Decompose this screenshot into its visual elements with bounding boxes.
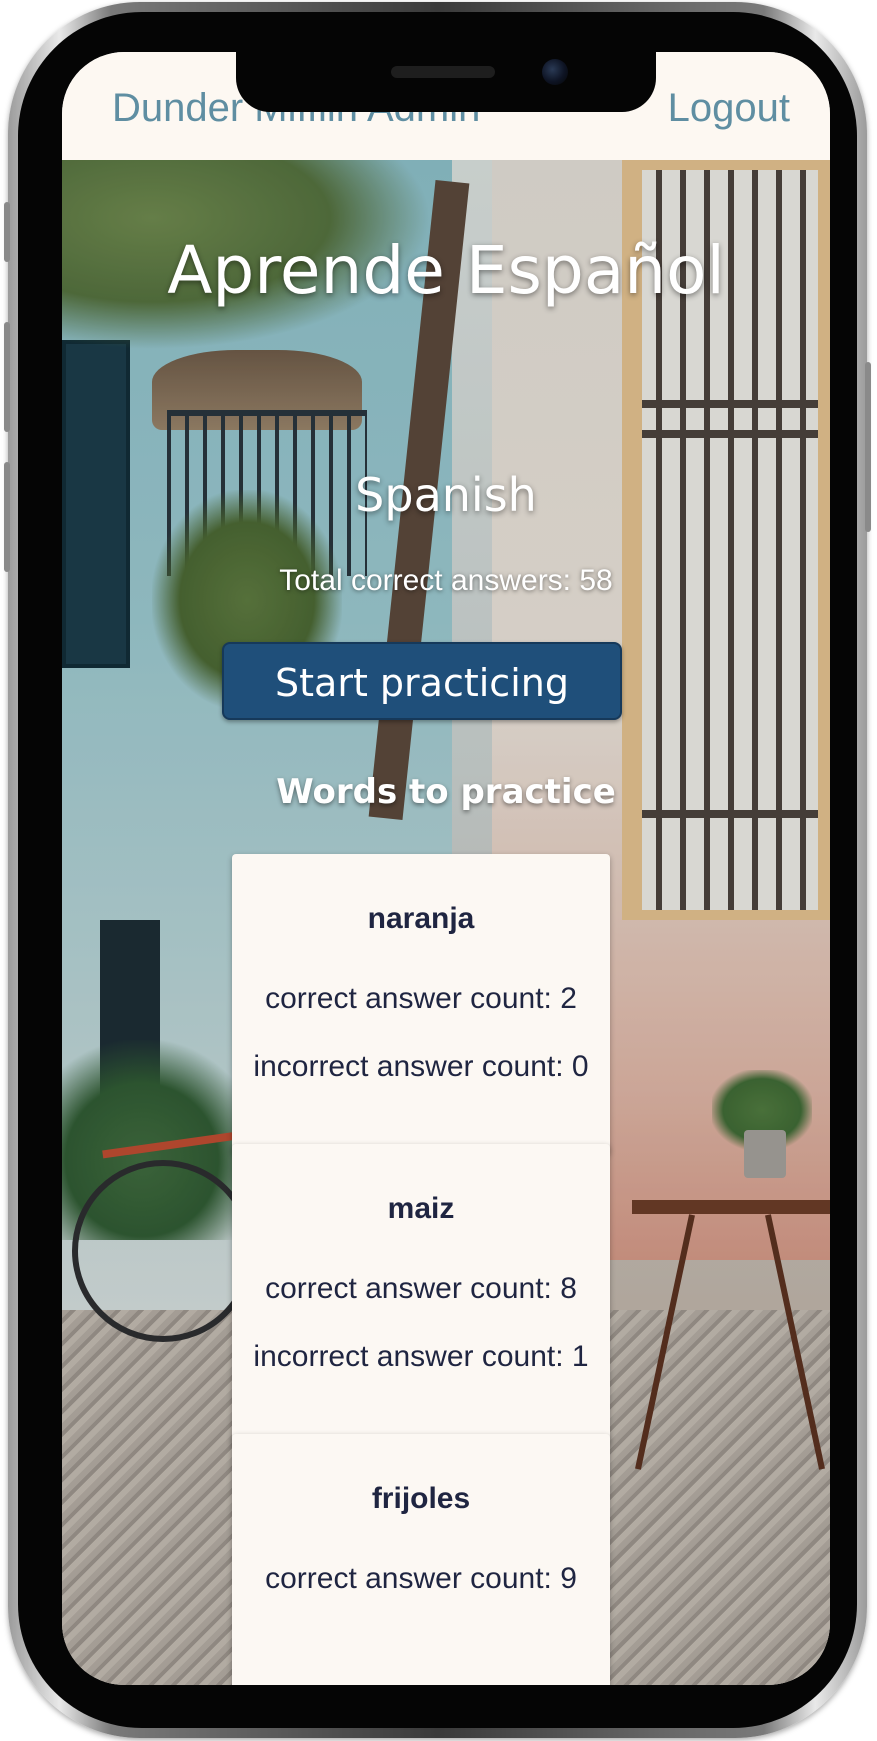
words-to-practice-heading: Words to practice bbox=[276, 772, 616, 812]
main-content: Aprende Español Spanish Total correct an… bbox=[62, 160, 830, 1685]
incorrect-answer-count: incorrect answer count: 1 bbox=[253, 1340, 589, 1373]
incorrect-answer-count: incorrect answer count: 0 bbox=[253, 1050, 589, 1083]
page-title: Aprende Español bbox=[167, 232, 725, 309]
phone-frame: Dunder Mifflin Admin Logout bbox=[4, 2, 871, 1738]
word-title: frijoles bbox=[371, 1482, 471, 1515]
mute-switch bbox=[4, 202, 10, 262]
word-card: naranja correct answer count: 2 incorrec… bbox=[232, 854, 610, 1154]
language-heading: Spanish bbox=[355, 468, 537, 522]
power-button bbox=[865, 362, 871, 532]
front-camera-icon bbox=[542, 59, 568, 85]
word-title: naranja bbox=[367, 902, 475, 935]
total-correct-answers: Total correct answers: 58 bbox=[279, 564, 613, 597]
correct-answer-count: correct answer count: 8 bbox=[265, 1272, 577, 1305]
notch bbox=[236, 52, 656, 112]
speaker-grille bbox=[391, 66, 495, 78]
volume-down-button bbox=[4, 462, 10, 572]
volume-up-button bbox=[4, 322, 10, 432]
logout-link[interactable]: Logout bbox=[668, 86, 790, 131]
word-card: maiz correct answer count: 8 incorrect a… bbox=[232, 1144, 610, 1444]
word-title: maiz bbox=[387, 1192, 455, 1225]
start-practicing-button[interactable]: Start practicing bbox=[222, 642, 622, 720]
word-card: frijoles correct answer count: 9 bbox=[232, 1434, 610, 1685]
correct-answer-count: correct answer count: 9 bbox=[265, 1562, 577, 1595]
screen: Dunder Mifflin Admin Logout bbox=[62, 52, 830, 1685]
correct-answer-count: correct answer count: 2 bbox=[265, 982, 577, 1015]
